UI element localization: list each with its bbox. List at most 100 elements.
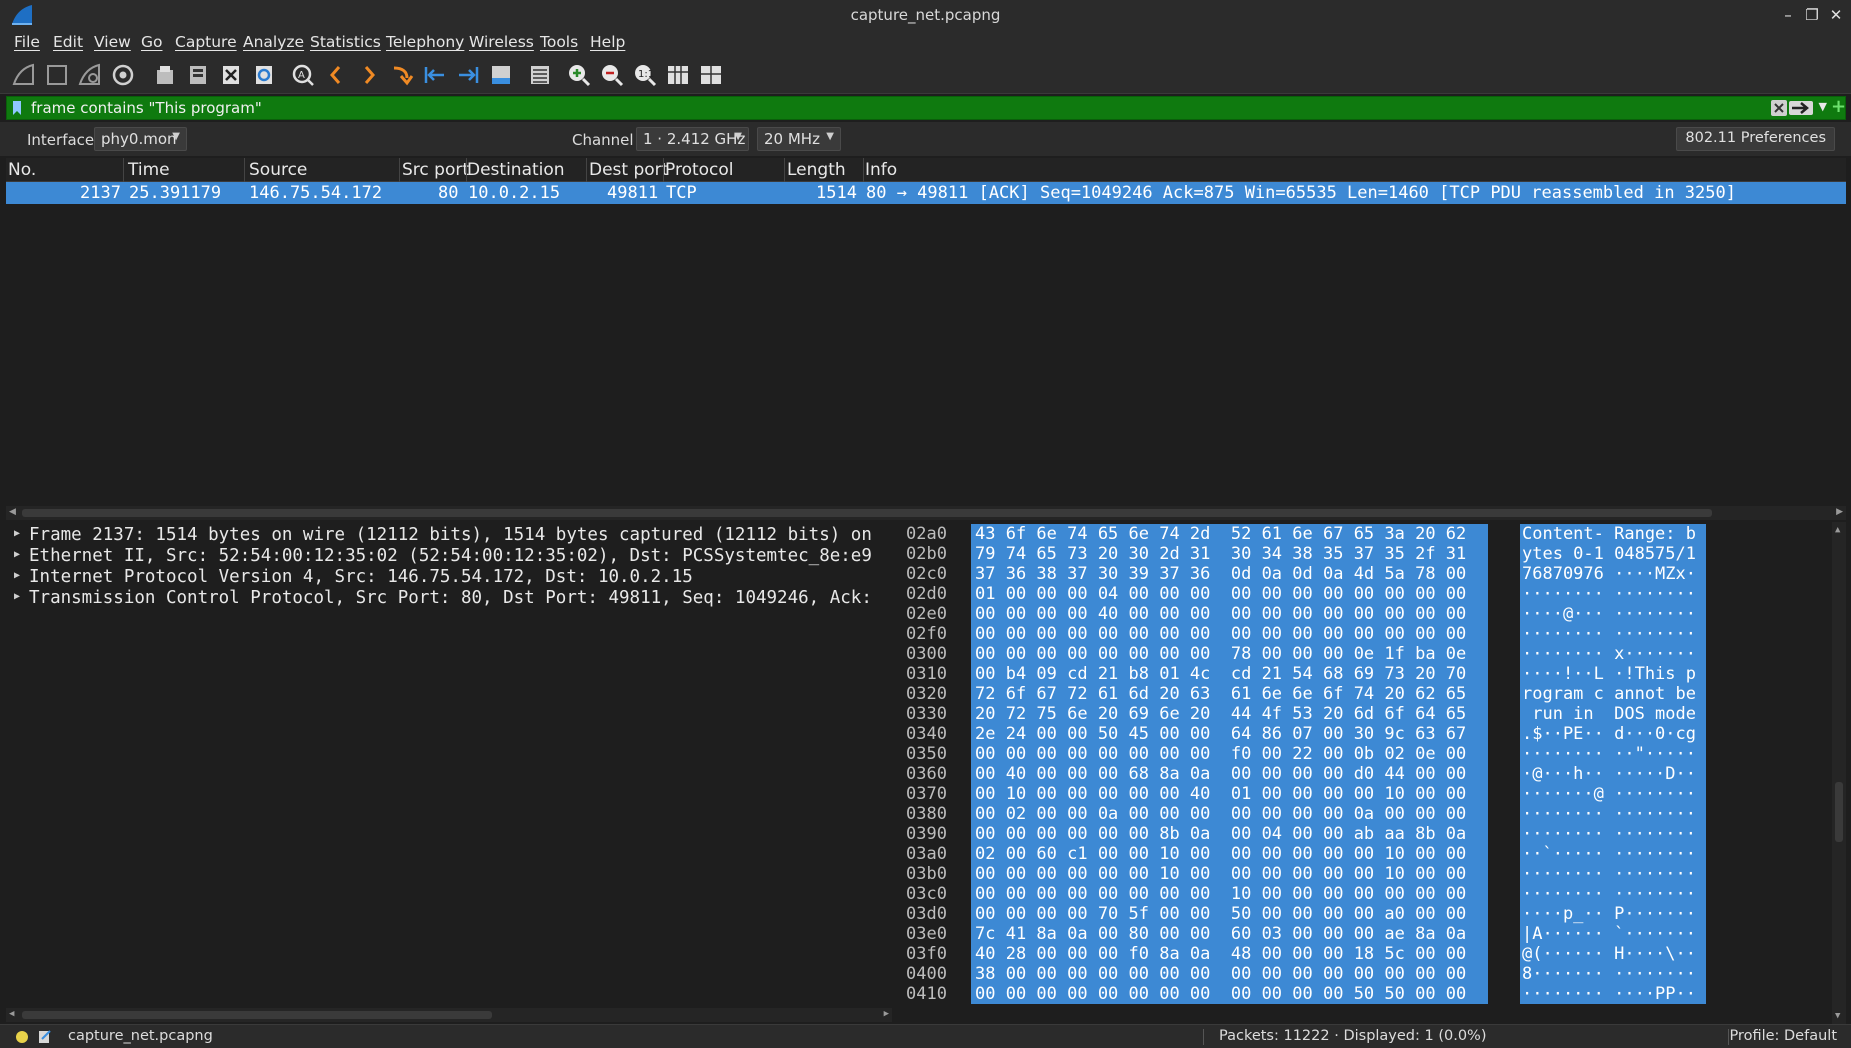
hex-row[interactable]: 72 6f 67 72 61 6d 20 63 61 6e 6e 6f 74 2… <box>971 684 1488 704</box>
channel-width-select[interactable]: 20 MHz ▼ <box>757 127 841 151</box>
hex-row[interactable]: 7c 41 8a 0a 00 80 00 00 60 03 00 00 00 a… <box>971 924 1488 944</box>
ascii-row[interactable]: run in DOS mode <box>1520 704 1706 724</box>
restore-icon[interactable]: ❐ <box>1802 5 1822 25</box>
expand-arrow-icon[interactable]: ▶ <box>14 528 20 539</box>
expand-arrow-icon[interactable]: ▶ <box>14 591 20 602</box>
go-forward-icon[interactable] <box>356 62 382 88</box>
hex-row[interactable]: 00 00 00 00 70 5f 00 00 50 00 00 00 00 a… <box>971 904 1488 924</box>
menu-view[interactable]: View <box>94 33 131 51</box>
hex-row[interactable]: 01 00 00 00 04 00 00 00 00 00 00 00 00 0… <box>971 584 1488 604</box>
ascii-row[interactable]: .$··PE·· d···0·cg <box>1520 724 1706 744</box>
menu-statistics[interactable]: Statistics <box>310 33 381 51</box>
bytes-vertical-scrollbar[interactable]: ▲ ▼ <box>1832 522 1846 1024</box>
column-header-src-port[interactable]: Src port <box>402 160 469 180</box>
filter-history-dropdown-icon[interactable]: ▼ <box>1819 100 1827 113</box>
scrollbar-thumb[interactable] <box>22 509 1712 517</box>
ascii-row[interactable]: ········ ········ <box>1520 804 1706 824</box>
menu-telephony[interactable]: Telephony <box>386 33 464 51</box>
add-filter-button-icon[interactable]: + <box>1831 97 1849 119</box>
ascii-row[interactable]: ········ ··"····· <box>1520 744 1706 764</box>
hex-row[interactable]: 00 00 00 00 00 00 00 00 f0 00 22 00 0b 0… <box>971 744 1488 764</box>
display-filter-bar[interactable]: frame contains "This program" ▼ + <box>6 96 1846 120</box>
channel-select[interactable]: 1 · 2.412 GHz ▼ <box>636 127 749 151</box>
hex-row[interactable]: 00 b4 09 cd 21 b8 01 4c cd 21 54 68 69 7… <box>971 664 1488 684</box>
tree-item-tcp[interactable]: ▶ Transmission Control Protocol, Src Por… <box>6 588 892 609</box>
last-packet-icon[interactable] <box>455 62 481 88</box>
column-header-dest-port[interactable]: Dest port <box>589 160 668 180</box>
ascii-row[interactable]: ········ ········ <box>1520 824 1706 844</box>
close-file-icon[interactable] <box>218 62 244 88</box>
column-header-no[interactable]: No. <box>8 160 36 180</box>
scrollbar-thumb[interactable] <box>22 1011 492 1019</box>
restart-icon[interactable] <box>77 62 103 88</box>
menu-analyze[interactable]: Analyze <box>243 33 304 51</box>
hex-row[interactable]: 00 00 00 00 40 00 00 00 00 00 00 00 00 0… <box>971 604 1488 624</box>
hex-dump[interactable]: 43 6f 6e 74 65 6e 74 2d 52 61 6e 67 65 3… <box>971 524 1488 1004</box>
bookmark-icon[interactable] <box>12 100 22 116</box>
edit-comment-icon[interactable] <box>38 1029 52 1044</box>
ascii-row[interactable]: ytes 0-1 048575/1 <box>1520 544 1706 564</box>
packet-list-horizontal-scrollbar[interactable]: ◀ ▶ <box>6 506 1846 520</box>
hex-row[interactable]: 00 00 00 00 00 00 00 00 78 00 00 00 0e 1… <box>971 644 1488 664</box>
expand-arrow-icon[interactable]: ▶ <box>14 549 20 560</box>
hex-row[interactable]: 00 00 00 00 00 00 00 00 00 00 00 00 50 5… <box>971 984 1488 1004</box>
zoom-out-icon[interactable] <box>599 62 625 88</box>
menu-edit[interactable]: Edit <box>53 33 83 51</box>
ascii-row[interactable]: @(······ H····\·· <box>1520 944 1706 964</box>
menu-help[interactable]: Help <box>590 33 625 51</box>
tree-item-frame[interactable]: ▶ Frame 2137: 1514 bytes on wire (12112 … <box>6 525 892 546</box>
layout-icon[interactable] <box>698 62 724 88</box>
scroll-left-icon[interactable]: ◀ <box>9 507 16 517</box>
hex-row[interactable]: 00 00 00 00 00 00 00 00 00 00 00 00 00 0… <box>971 624 1488 644</box>
scroll-up-icon[interactable]: ▲ <box>1835 525 1840 535</box>
menu-capture[interactable]: Capture <box>175 33 237 51</box>
expand-arrow-icon[interactable]: ▶ <box>14 570 20 581</box>
table-row[interactable]: 2137 25.391179 146.75.54.172 80 10.0.2.1… <box>6 182 1846 204</box>
hex-row[interactable]: 00 00 00 00 00 00 00 00 10 00 00 00 00 0… <box>971 884 1488 904</box>
hex-row[interactable]: 38 00 00 00 00 00 00 00 00 00 00 00 00 0… <box>971 964 1488 984</box>
column-header-source[interactable]: Source <box>249 160 307 180</box>
ascii-row[interactable]: ········ ········ <box>1520 584 1706 604</box>
scrollbar-thumb[interactable] <box>1835 782 1843 842</box>
scroll-left-icon[interactable]: ◀ <box>9 1009 14 1019</box>
details-horizontal-scrollbar[interactable]: ◀ ▶ <box>6 1008 892 1022</box>
hex-row[interactable]: 43 6f 6e 74 65 6e 74 2d 52 61 6e 67 65 3… <box>971 524 1488 544</box>
zoom-reset-icon[interactable]: 1:1 <box>632 62 658 88</box>
open-file-icon[interactable] <box>152 62 178 88</box>
ascii-row[interactable]: ········ x······· <box>1520 644 1706 664</box>
wireless-preferences-button[interactable]: 802.11 Preferences <box>1676 127 1835 151</box>
ascii-row[interactable]: ········ ········ <box>1520 884 1706 904</box>
ascii-row[interactable]: |A······ `······· <box>1520 924 1706 944</box>
close-icon[interactable]: ✕ <box>1826 5 1846 25</box>
display-filter-input[interactable]: frame contains "This program" <box>31 99 262 117</box>
hex-row[interactable]: 37 36 38 37 30 39 37 36 0d 0a 0d 0a 4d 5… <box>971 564 1488 584</box>
scroll-down-icon[interactable]: ▼ <box>1835 1011 1840 1021</box>
go-back-icon[interactable] <box>323 62 349 88</box>
hex-row[interactable]: 79 74 65 73 20 30 2d 31 30 34 38 35 37 3… <box>971 544 1488 564</box>
column-header-protocol[interactable]: Protocol <box>665 160 734 180</box>
hex-row[interactable]: 02 00 60 c1 00 00 10 00 00 00 00 00 00 1… <box>971 844 1488 864</box>
stop-icon[interactable] <box>44 62 70 88</box>
expert-info-indicator-icon[interactable] <box>16 1031 28 1043</box>
shark-fin-start-icon[interactable] <box>11 62 37 88</box>
reload-icon[interactable] <box>251 62 277 88</box>
ascii-row[interactable]: Content- Range: b <box>1520 524 1706 544</box>
hex-row[interactable]: 20 72 75 6e 20 69 6e 20 44 4f 53 20 6d 6… <box>971 704 1488 724</box>
ascii-row[interactable]: ·@···h·· ·····D·· <box>1520 764 1706 784</box>
go-to-packet-icon[interactable] <box>389 62 415 88</box>
hex-row[interactable]: 00 00 00 00 00 00 10 00 00 00 00 00 00 1… <box>971 864 1488 884</box>
ascii-row[interactable]: 8······· ········ <box>1520 964 1706 984</box>
resize-columns-icon[interactable] <box>665 62 691 88</box>
clear-filter-icon[interactable] <box>1771 100 1787 116</box>
save-file-icon[interactable] <box>185 62 211 88</box>
tree-item-ethernet[interactable]: ▶ Ethernet II, Src: 52:54:00:12:35:02 (5… <box>6 546 892 567</box>
ascii-row[interactable]: ····p_·· P······· <box>1520 904 1706 924</box>
menu-go[interactable]: Go <box>141 33 163 51</box>
tree-item-ip[interactable]: ▶ Internet Protocol Version 4, Src: 146.… <box>6 567 892 588</box>
ascii-row[interactable]: ····!··L ·!This p <box>1520 664 1706 684</box>
status-profile[interactable]: Profile: Default <box>1729 1028 1837 1044</box>
menu-file[interactable]: File <box>14 33 40 51</box>
minimize-icon[interactable]: – <box>1778 5 1798 25</box>
first-packet-icon[interactable] <box>422 62 448 88</box>
scroll-right-icon[interactable]: ▶ <box>884 1009 889 1019</box>
